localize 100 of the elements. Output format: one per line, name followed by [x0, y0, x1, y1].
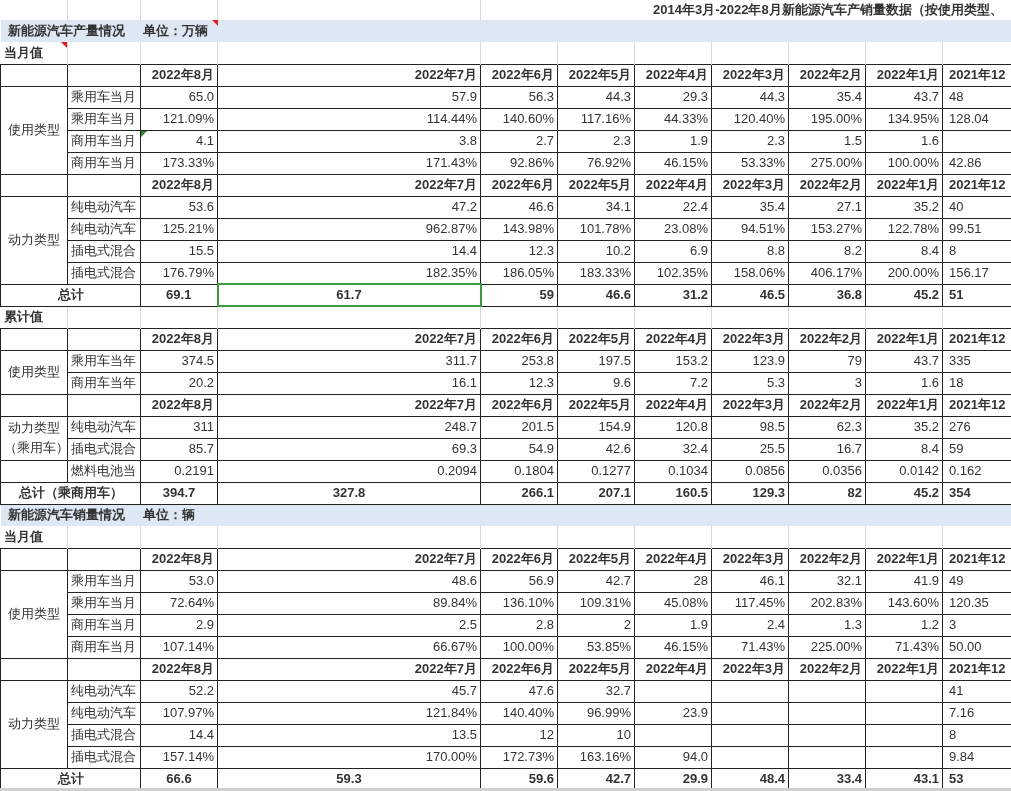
- column-header: 2022年8月: [140, 64, 218, 86]
- table-cell: 15.5: [140, 240, 218, 262]
- group-label: （乘用车）: [4, 439, 64, 457]
- table-cell: 120.40%: [711, 108, 789, 130]
- table-cell: 200.00%: [865, 262, 943, 284]
- column-header: 2022年8月: [140, 394, 218, 416]
- table-cell: 56.9: [480, 570, 558, 592]
- table-cell: 202.83%: [788, 592, 866, 614]
- row-label: 纯电动汽车: [67, 218, 141, 240]
- table-cell: 8.2: [788, 240, 866, 262]
- table-cell: 12.3: [480, 372, 558, 394]
- row-label: 插电式混合: [67, 746, 141, 768]
- table-cell: 25.5: [711, 438, 789, 460]
- row-label: 纯电动汽车: [67, 416, 141, 438]
- table-cell: 14.4: [140, 724, 218, 746]
- table-cell: 154.9: [557, 416, 635, 438]
- table-cell: 0.2094: [217, 460, 481, 482]
- table-cell: 2.3: [557, 130, 635, 152]
- table-cell: 8.8: [711, 240, 789, 262]
- table-cell: 102.35%: [634, 262, 712, 284]
- column-header: 2022年1月: [865, 174, 943, 196]
- table-cell: 92.86%: [480, 152, 558, 174]
- table-cell: 62.3: [788, 416, 866, 438]
- column-header: 2022年5月: [557, 174, 635, 196]
- column-header: 2022年5月: [557, 328, 635, 350]
- table-cell: 266.1: [480, 482, 558, 504]
- table-cell: 47.2: [217, 196, 481, 218]
- total-label: 总计: [0, 284, 141, 306]
- table-cell: 186.05%: [480, 262, 558, 284]
- table-cell: 170.00%: [217, 746, 481, 768]
- row-label: 插电式混合: [67, 262, 141, 284]
- column-header: 2021年12: [942, 328, 1011, 350]
- table-cell: 71.43%: [711, 636, 789, 658]
- table-cell: 8.4: [865, 240, 943, 262]
- table-cell: 195.00%: [788, 108, 866, 130]
- row-label: 商用车当年: [67, 372, 141, 394]
- table-cell: 46.15%: [634, 152, 712, 174]
- column-header: 2022年3月: [711, 394, 789, 416]
- table-cell: 125.21%: [140, 218, 218, 240]
- table-cell: 962.87%: [217, 218, 481, 240]
- table-cell: 35.4: [788, 86, 866, 108]
- table-cell: 123.9: [711, 350, 789, 372]
- table-cell: 72.64%: [140, 592, 218, 614]
- column-header: 2022年2月: [788, 328, 866, 350]
- table-cell: 114.44%: [217, 108, 481, 130]
- table-cell: 61.7: [217, 284, 481, 306]
- column-header: 2022年7月: [217, 328, 481, 350]
- table-cell: 117.45%: [711, 592, 789, 614]
- column-header: 2022年4月: [634, 174, 712, 196]
- table-cell: 121.84%: [217, 702, 481, 724]
- table-cell: 275.00%: [788, 152, 866, 174]
- horizontal-scrollbar[interactable]: [0, 788, 1011, 791]
- table-cell: 14.4: [217, 240, 481, 262]
- section-title: 新能源汽车销量情况 单位：辆: [0, 504, 218, 526]
- table-cell: 107.14%: [140, 636, 218, 658]
- table-cell: 2: [557, 614, 635, 636]
- table-cell: 2.8: [480, 614, 558, 636]
- table-cell: 44.3: [557, 86, 635, 108]
- column-header: 2022年8月: [140, 658, 218, 680]
- column-header: 2022年2月: [788, 548, 866, 570]
- group-label: 使用类型: [0, 86, 68, 174]
- table-cell: 0.0142: [865, 460, 943, 482]
- table-cell: 54.9: [480, 438, 558, 460]
- table-cell: 253.8: [480, 350, 558, 372]
- column-header: 2022年3月: [711, 64, 789, 86]
- table-cell: 27.1: [788, 196, 866, 218]
- table-cell: 207.1: [557, 482, 635, 504]
- table-cell: 35.4: [711, 196, 789, 218]
- group-label: 使用类型: [0, 570, 68, 658]
- table-cell: 10: [557, 724, 635, 746]
- column-header: 2022年6月: [480, 658, 558, 680]
- table-cell: 45.2: [865, 284, 943, 306]
- table-cell: 176.79%: [140, 262, 218, 284]
- table-cell: 129.3: [711, 482, 789, 504]
- table-cell: 311.7: [217, 350, 481, 372]
- section-title: 新能源汽车产量情况 单位：万辆: [0, 20, 218, 42]
- table-cell: 160.5: [634, 482, 712, 504]
- column-header: 2022年4月: [634, 64, 712, 86]
- table-cell: 44.33%: [634, 108, 712, 130]
- table-cell: 109.31%: [557, 592, 635, 614]
- table-cell: 96.99%: [557, 702, 635, 724]
- table-cell: 9.6: [557, 372, 635, 394]
- column-header: 2022年4月: [634, 394, 712, 416]
- column-header: 2022年1月: [865, 394, 943, 416]
- column-header: 2022年1月: [865, 64, 943, 86]
- column-header: 2022年6月: [480, 328, 558, 350]
- column-header: 2022年5月: [557, 658, 635, 680]
- table-cell: 197.5: [557, 350, 635, 372]
- table-cell: 46.6: [480, 196, 558, 218]
- row-label: 燃料电池当: [67, 460, 141, 482]
- table-cell: 53.6: [140, 196, 218, 218]
- table-cell: 143.98%: [480, 218, 558, 240]
- table-cell: 71.43%: [865, 636, 943, 658]
- table-cell: 8.4: [865, 438, 943, 460]
- row-label: 插电式混合: [67, 724, 141, 746]
- table-cell: 201.5: [480, 416, 558, 438]
- table-cell: 1.2: [865, 614, 943, 636]
- column-header: 2021年12: [942, 548, 1011, 570]
- row-label: 乘用车当月: [67, 592, 141, 614]
- table-cell: 79: [788, 350, 866, 372]
